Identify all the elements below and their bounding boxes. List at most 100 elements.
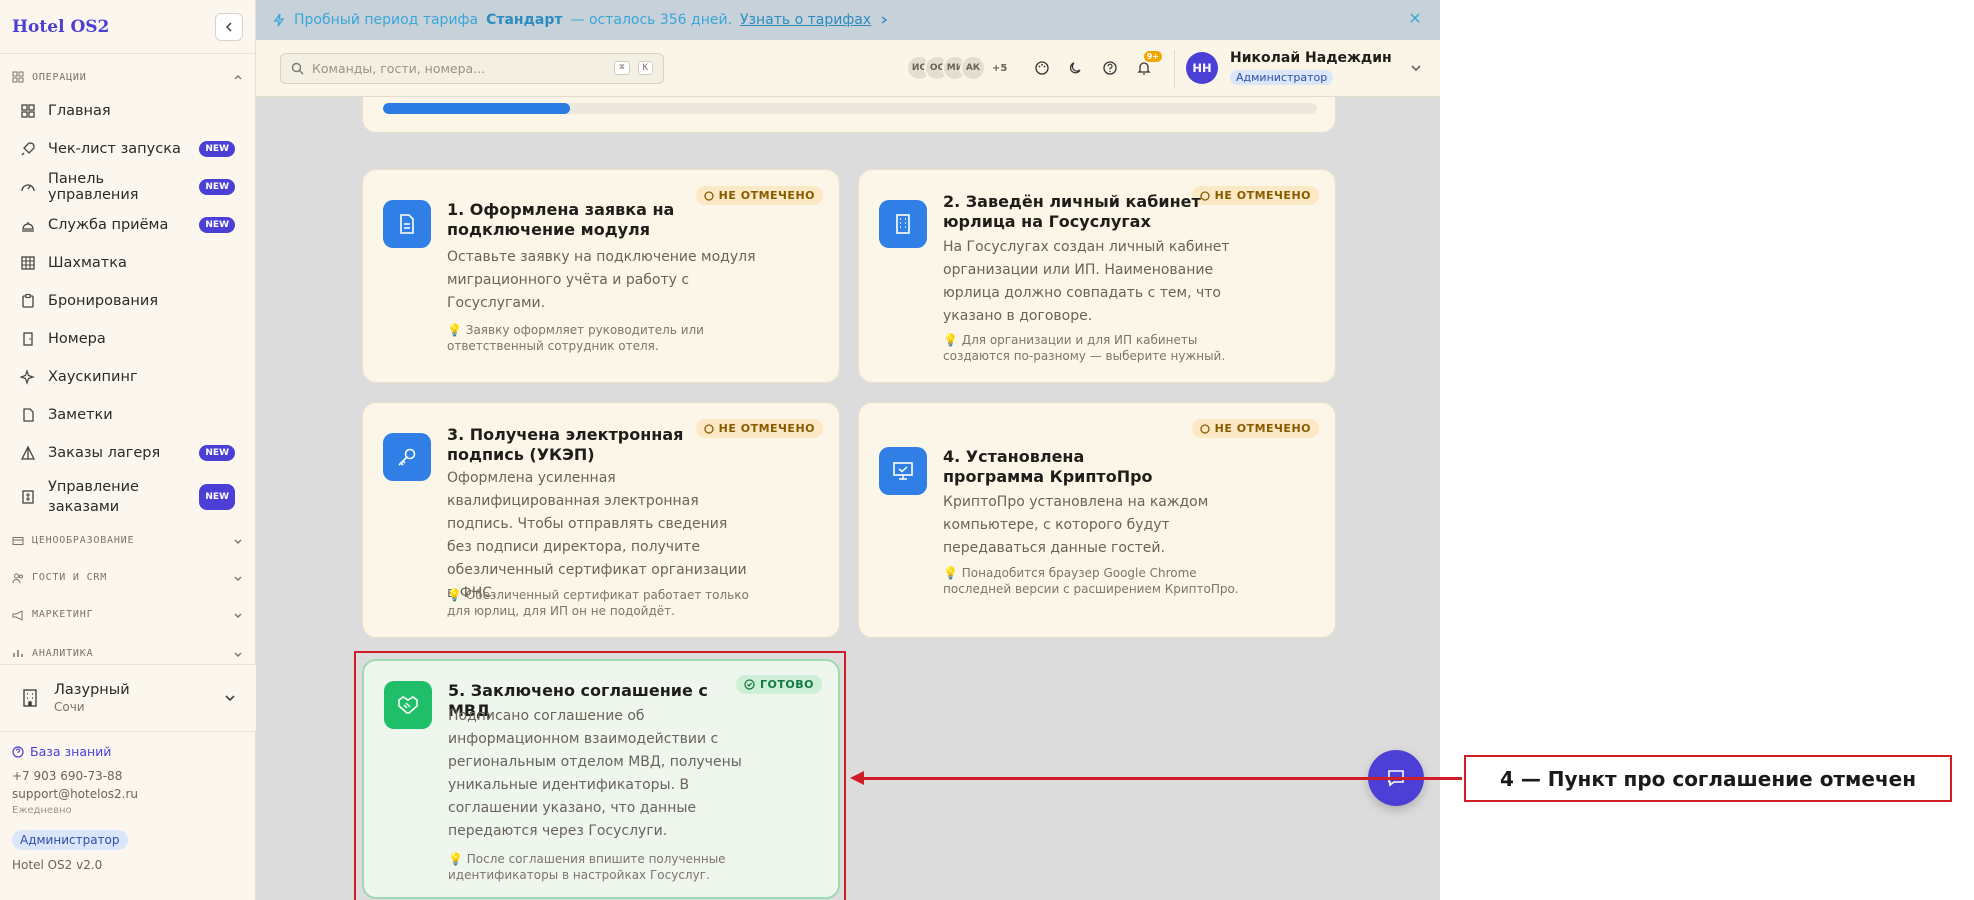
more-users-count[interactable]: +5: [992, 63, 1007, 74]
receipt-icon: [22, 490, 34, 504]
sidebar-item-front-desk[interactable]: Служба приёма NEW: [0, 206, 255, 244]
pricing-link[interactable]: Узнать о тарифах: [740, 12, 871, 28]
chevron-up-icon: [234, 75, 242, 80]
door-icon: [23, 332, 33, 346]
support-email[interactable]: support@hotelos2.ru: [12, 787, 244, 801]
sidebar-item-order-management[interactable]: Управление заказами NEW: [0, 472, 255, 522]
trial-text-post: — осталось 356 дней.: [570, 12, 733, 28]
annotation-callout: 4 — Пункт про соглашение отмечен: [1464, 755, 1952, 802]
status-badge: ГОТОВО: [736, 675, 822, 694]
grid-icon: [21, 256, 35, 270]
support-schedule: Ежедневно: [12, 805, 72, 816]
checklist-card-3[interactable]: НЕ ОТМЕЧЕНО 3. Получена электронная подп…: [362, 402, 840, 638]
section-operations[interactable]: ОПЕРАЦИИ: [0, 62, 255, 92]
checklist-card-2[interactable]: НЕ ОТМЕЧЕНО 2. Заведён личный кабинет юр…: [858, 169, 1336, 383]
sidebar-item-chessboard[interactable]: Шахматка: [0, 244, 255, 282]
checklist-card-4[interactable]: НЕ ОТМЕЧЕНО 4. Установлена программа Кри…: [858, 402, 1336, 638]
hotel-building-icon: [23, 689, 37, 707]
sidebar-item-notes[interactable]: Заметки: [0, 396, 255, 434]
search-input[interactable]: [312, 60, 607, 76]
help-button[interactable]: [1096, 54, 1124, 82]
sidebar-item-launch-checklist[interactable]: Чек-лист запуска NEW: [0, 130, 255, 168]
status-badge: НЕ ОТМЕЧЕНО: [695, 186, 823, 205]
circle-icon: [1200, 423, 1210, 434]
sidebar-item-housekeeping[interactable]: Хаускипинг: [0, 358, 255, 396]
sidebar-item-control-panel[interactable]: Панель управления NEW: [0, 168, 255, 206]
card-description: Оформлена усиленная квалифицированная эл…: [447, 470, 747, 601]
sidebar-item-camp-orders[interactable]: Заказы лагеря NEW: [0, 434, 255, 472]
circle-icon: [704, 190, 714, 201]
new-badge: NEW: [199, 141, 235, 157]
user-menu[interactable]: НН Николай Надеждин Администратор: [1186, 50, 1422, 85]
sidebar-item-rooms[interactable]: Номера: [0, 320, 255, 358]
group-label: АНАЛИТИКА: [32, 647, 94, 659]
layout-icon: [21, 104, 35, 118]
knowledge-base-link[interactable]: База знаний: [12, 744, 244, 759]
topbar: ⌘ K ИС ОС МИ АК +5: [256, 40, 1440, 97]
group-marketing[interactable]: МАРКЕТИНГ: [0, 596, 255, 633]
palette-icon: [1035, 61, 1049, 75]
close-icon[interactable]: [1408, 11, 1422, 25]
support-phone[interactable]: +7 903 690-73-88: [12, 769, 244, 783]
gauge-icon: [21, 184, 35, 192]
topbar-actions: 9+: [1028, 51, 1162, 82]
group-label: ЦЕНООБРАЗОВАНИЕ: [32, 535, 135, 546]
tent-icon: [20, 445, 36, 460]
collapse-sidebar-button[interactable]: [215, 12, 243, 41]
sparkles-icon: [20, 369, 35, 385]
card-title: 3. Получена электронная подпись (УКЭП): [447, 425, 684, 464]
handshake-icon: [384, 681, 432, 729]
status-label: НЕ ОТМЕЧЕНО: [718, 189, 815, 202]
card-title: 2. Заведён личный кабинет юрлица на Госу…: [943, 192, 1201, 231]
avatar[interactable]: АК: [960, 55, 986, 81]
chevron-down-icon: [234, 652, 242, 657]
chart-icon: [13, 650, 23, 657]
chevron-down-icon: [1411, 64, 1421, 71]
online-users[interactable]: ИС ОС МИ АК +5: [906, 55, 1007, 81]
building-icon: [879, 200, 927, 248]
shortcut-key-cmd: ⌘: [614, 61, 630, 75]
main-area: Пробный период тарифа Стандарт — осталос…: [256, 0, 1440, 900]
app-window: Hotel OS2 ОПЕРАЦИИ Главная Чек-лист запу…: [0, 0, 1440, 900]
sidebar-header: Hotel OS2: [0, 0, 255, 54]
sidebar-item-label: Номера: [48, 331, 106, 347]
group-analytics[interactable]: АНАЛИТИКА: [0, 633, 255, 659]
group-pricing[interactable]: ЦЕНООБРАЗОВАНИЕ: [0, 522, 255, 559]
shortcut-key-k: K: [637, 61, 653, 75]
new-badge: NEW: [199, 179, 235, 195]
new-badge: NEW: [199, 445, 235, 461]
card-description: На Госуслугах создан личный кабинет орга…: [943, 239, 1230, 324]
theme-palette-button[interactable]: [1028, 54, 1056, 82]
new-badge: NEW: [199, 484, 235, 510]
sidebar-item-label: Заметки: [48, 407, 113, 423]
card-tip: 💡 Заявку оформляет руководитель или отве…: [447, 323, 704, 353]
sidebar-item-label: Хаускипинг: [48, 369, 138, 385]
group-guests-crm[interactable]: ГОСТИ И CRM: [0, 559, 255, 596]
status-badge: НЕ ОТМЕЧЕНО: [1191, 419, 1319, 438]
dark-mode-toggle[interactable]: [1062, 54, 1090, 82]
sidebar-item-bookings[interactable]: Бронирования: [0, 282, 255, 320]
command-search[interactable]: ⌘ K: [280, 52, 664, 84]
key-icon: [383, 433, 431, 481]
sidebar-item-label: Главная: [48, 103, 111, 119]
sidebar-item-label: Служба приёма: [48, 217, 169, 233]
checklist-card-5[interactable]: ГОТОВО 5. Заключено соглашение с МВД Под…: [362, 659, 840, 899]
sidebar-item-label: Управление заказами: [48, 479, 139, 515]
card-description: Оставьте заявку на подключение модуля ми…: [447, 249, 756, 311]
progress-bar: [383, 103, 1317, 114]
checklist-card-1[interactable]: НЕ ОТМЕЧЕНО 1. Оформлена заявка на подкл…: [362, 169, 840, 383]
status-label: НЕ ОТМЕЧЕНО: [1214, 422, 1311, 435]
sidebar-item-home[interactable]: Главная: [0, 92, 255, 130]
hotel-switcher[interactable]: Лазурный Сочи: [0, 664, 256, 732]
notifications-button[interactable]: 9+: [1130, 51, 1162, 82]
help-circle-icon: [1103, 61, 1117, 75]
card-title: 1. Оформлена заявка на подключение модул…: [447, 200, 675, 239]
new-badge: NEW: [199, 217, 235, 233]
check-circle-icon: [744, 679, 755, 690]
sidebar-footer: База знаний +7 903 690-73-88 support@hot…: [12, 744, 244, 876]
card-title: 4. Установлена программа КриптоПро: [943, 447, 1153, 486]
card-tip: 💡 После соглашения впишите полученные ид…: [448, 852, 726, 882]
rocket-icon: [21, 142, 35, 156]
brand-logo[interactable]: Hotel OS2: [12, 17, 109, 37]
user-avatar: НН: [1186, 51, 1218, 84]
